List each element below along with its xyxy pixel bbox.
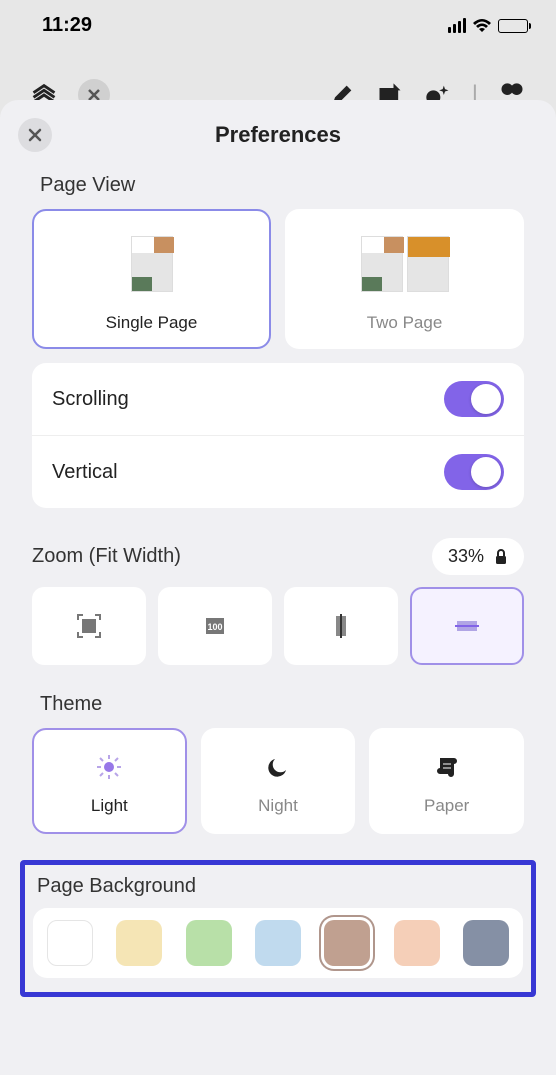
page-view-label: Page View xyxy=(0,166,556,209)
moon-icon xyxy=(213,752,344,782)
status-time: 11:29 xyxy=(42,14,92,37)
zoom-fit-height[interactable] xyxy=(284,587,398,665)
theme-label: Theme xyxy=(0,665,556,728)
toggle-list: Scrolling Vertical xyxy=(32,363,524,508)
two-page-label: Two Page xyxy=(297,313,512,333)
swatch-blue[interactable] xyxy=(255,920,301,966)
sheet-title: Preferences xyxy=(0,122,556,148)
page-background-section: Page Background xyxy=(20,860,536,997)
theme-night[interactable]: Night xyxy=(201,728,356,834)
zoom-fit-width[interactable] xyxy=(410,587,524,665)
theme-paper-label: Paper xyxy=(381,796,512,816)
swatch-cream[interactable] xyxy=(116,920,162,966)
zoom-value-pill[interactable]: 33% xyxy=(432,538,524,575)
zoom-label: Zoom (Fit Width) xyxy=(32,545,181,568)
actual-size-icon: 100 xyxy=(201,612,229,640)
scroll-icon xyxy=(381,752,512,782)
zoom-value: 33% xyxy=(448,546,484,567)
preferences-sheet: Preferences Page View Single Page Two Pa… xyxy=(0,100,556,1075)
fit-page-icon xyxy=(75,612,103,640)
swatch-peach[interactable] xyxy=(394,920,440,966)
scrolling-row: Scrolling xyxy=(32,363,524,435)
scrolling-toggle[interactable] xyxy=(444,381,504,417)
theme-paper[interactable]: Paper xyxy=(369,728,524,834)
svg-text:100: 100 xyxy=(207,622,222,632)
vertical-label: Vertical xyxy=(52,461,118,484)
scrolling-label: Scrolling xyxy=(52,388,129,411)
signal-icon xyxy=(448,18,466,33)
lock-icon xyxy=(494,549,508,565)
single-page-thumb xyxy=(44,225,259,303)
two-page-option[interactable]: Two Page xyxy=(285,209,524,349)
vertical-row: Vertical xyxy=(32,435,524,508)
theme-light-label: Light xyxy=(44,796,175,816)
vertical-toggle[interactable] xyxy=(444,454,504,490)
two-page-thumb xyxy=(297,225,512,303)
swatch-green[interactable] xyxy=(186,920,232,966)
close-icon xyxy=(27,127,43,143)
zoom-fit-page[interactable] xyxy=(32,587,146,665)
close-button[interactable] xyxy=(18,118,52,152)
sun-icon xyxy=(44,752,175,782)
fit-width-icon xyxy=(453,612,481,640)
single-page-option[interactable]: Single Page xyxy=(32,209,271,349)
swatch-brown[interactable] xyxy=(324,920,370,966)
theme-light[interactable]: Light xyxy=(32,728,187,834)
single-page-label: Single Page xyxy=(44,313,259,333)
swatch-white[interactable] xyxy=(47,920,93,966)
swatch-row xyxy=(33,908,523,978)
swatch-slate[interactable] xyxy=(463,920,509,966)
page-background-label: Page Background xyxy=(33,875,523,908)
status-bar: 11:29 xyxy=(0,0,556,47)
fit-height-icon xyxy=(327,612,355,640)
zoom-actual-size[interactable]: 100 xyxy=(158,587,272,665)
battery-icon xyxy=(498,19,528,33)
status-icons xyxy=(448,18,528,34)
theme-night-label: Night xyxy=(213,796,344,816)
wifi-icon xyxy=(472,18,492,34)
